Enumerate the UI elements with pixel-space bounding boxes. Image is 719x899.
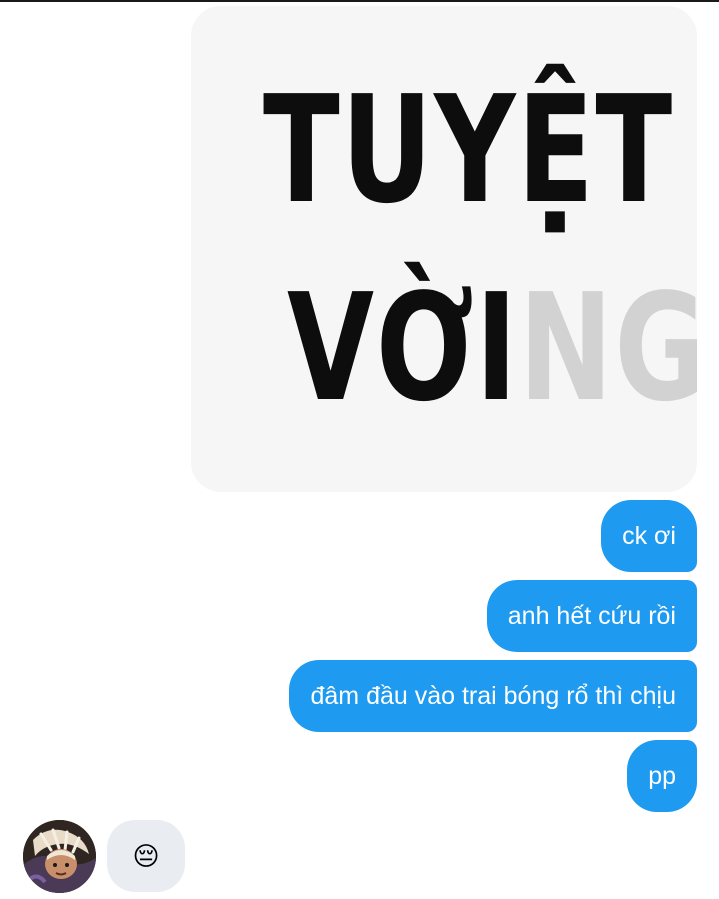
outgoing-message[interactable]: ck ơi — [601, 500, 697, 572]
sender-avatar[interactable] — [23, 820, 96, 893]
outgoing-message[interactable]: pp — [627, 740, 697, 812]
outgoing-message[interactable]: anh hết cứu rồi — [486, 580, 697, 652]
meme-text-faded: NG — [518, 262, 697, 434]
meme-text-main: VỜI — [287, 262, 519, 434]
chat-screen: TUYỆT VỜING ck ơi anh hết cứu rồi đâm đầ… — [0, 0, 719, 899]
image-message[interactable]: TUYỆT VỜING — [191, 6, 697, 492]
meme-text-line-2: VỜING — [287, 274, 697, 422]
outgoing-message[interactable]: đâm đầu vào trai bóng rổ thì chịu — [289, 660, 697, 732]
meme-text-line-1: TUYỆT — [263, 64, 674, 236]
avatar-illustration — [23, 820, 96, 893]
incoming-message[interactable]: 😔 — [107, 820, 185, 892]
pensive-face-emoji: 😔 — [132, 841, 160, 871]
top-divider — [0, 0, 719, 2]
